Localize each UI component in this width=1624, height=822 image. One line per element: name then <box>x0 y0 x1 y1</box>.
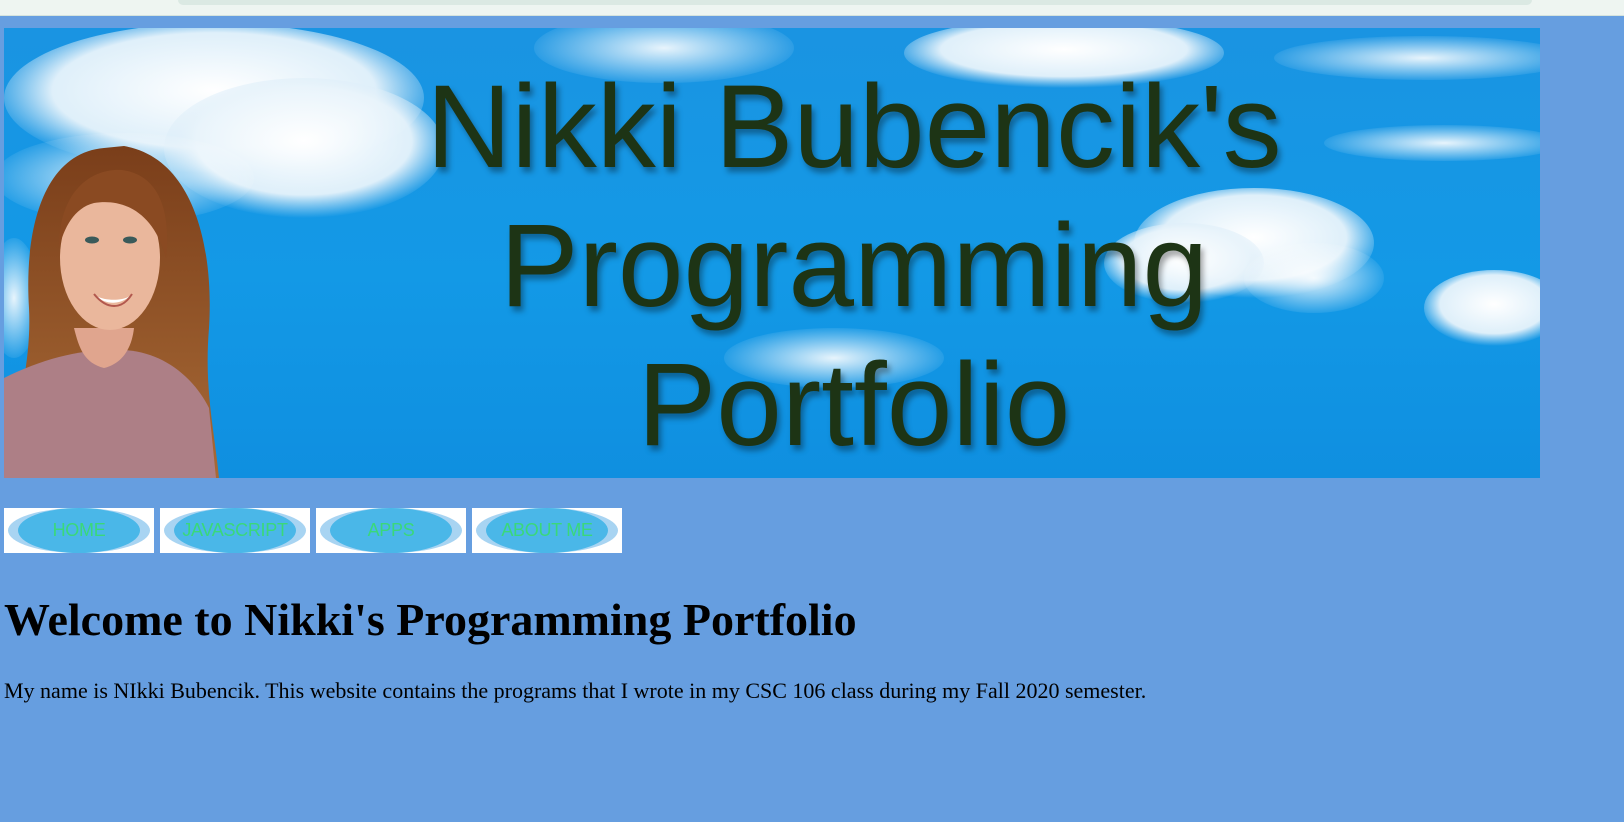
nav-button-label: JAVASCRIPT <box>182 520 288 540</box>
page-heading: Welcome to Nikki's Programming Portfolio <box>4 594 857 645</box>
intro-paragraph: My name is NIkki Bubencik. This website … <box>4 678 1147 703</box>
browser-address-strip <box>178 0 1532 5</box>
nav-button-label: HOME <box>52 520 106 540</box>
cloud <box>1424 270 1540 346</box>
nav-button-about-me[interactable]: ABOUT ME <box>472 508 622 553</box>
nav-button-apps[interactable]: APPS <box>316 508 466 553</box>
nav-button-home[interactable]: HOME <box>4 508 154 553</box>
nav-button-label: APPS <box>367 520 415 540</box>
nav-button-label: ABOUT ME <box>501 520 593 540</box>
banner-title-line: Programming <box>499 200 1209 332</box>
header-banner: Nikki Bubencik's Programming Portfolio <box>4 28 1540 478</box>
main-nav: HOME JAVASCRIPT APPS ABOUT ME <box>4 508 622 553</box>
banner-title: Nikki Bubencik's Programming Portfolio <box>324 58 1384 475</box>
banner-title-line: Portfolio <box>637 339 1071 471</box>
nav-button-javascript[interactable]: JAVASCRIPT <box>160 508 310 553</box>
browser-top-strip <box>0 0 1624 16</box>
banner-title-line: Nikki Bubencik's <box>426 61 1282 193</box>
